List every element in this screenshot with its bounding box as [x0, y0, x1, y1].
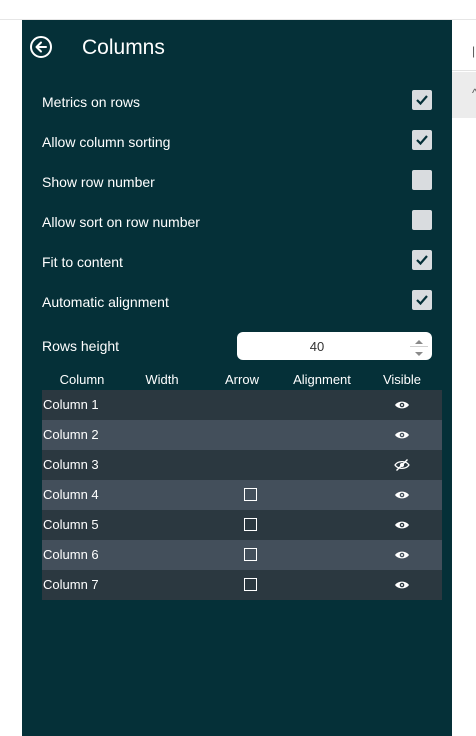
eye-icon[interactable] [394, 398, 410, 416]
option-fit-to-content: Fit to content [42, 250, 432, 274]
arrow-checkbox[interactable] [244, 518, 257, 531]
arrow-checkbox[interactable] [244, 548, 257, 561]
spin-up-icon[interactable] [410, 335, 428, 345]
allow-column-sorting-checkbox[interactable] [412, 130, 432, 150]
arrow-checkbox[interactable] [244, 488, 257, 501]
eye-icon[interactable] [394, 428, 410, 446]
table-header: Column Width Arrow Alignment Visible [42, 372, 442, 390]
arrow-checkbox[interactable] [244, 578, 257, 591]
option-label: Allow sort on row number [42, 214, 200, 230]
columns-table: Column Width Arrow Alignment Visible Col… [42, 372, 442, 600]
columns-panel: Columns Metrics on rows Allow column sor… [22, 20, 452, 736]
allow-sort-on-row-number-checkbox[interactable] [412, 210, 432, 230]
option-label: Automatic alignment [42, 294, 169, 310]
eye-off-icon[interactable] [394, 458, 410, 477]
column-name: Column 6 [43, 547, 99, 562]
tab-edge-icon: | [472, 44, 476, 58]
table-row: Column 1 [42, 390, 442, 420]
option-label: Allow column sorting [42, 134, 171, 150]
column-name: Column 4 [43, 487, 99, 502]
option-show-row-number: Show row number [42, 170, 432, 194]
table-row: Column 2 [42, 420, 442, 450]
metrics-on-rows-checkbox[interactable] [412, 90, 432, 110]
rows-height-value: 40 [309, 339, 325, 354]
automatic-alignment-checkbox[interactable] [412, 290, 432, 310]
spin-down-icon[interactable] [410, 347, 428, 357]
option-allow-sort-on-row-number: Allow sort on row number [42, 210, 432, 234]
eye-icon[interactable] [394, 488, 410, 506]
option-label: Fit to content [42, 254, 123, 270]
table-row: Column 5 [42, 510, 442, 540]
option-label: Metrics on rows [42, 94, 141, 110]
top-bar [0, 0, 476, 20]
option-metrics-on-rows: Metrics on rows [42, 90, 432, 114]
column-name: Column 2 [43, 427, 99, 442]
column-name: Column 1 [43, 397, 99, 412]
eye-icon[interactable] [394, 518, 410, 536]
header-alignment: Alignment [293, 372, 351, 387]
column-name: Column 5 [43, 517, 99, 532]
header-arrow: Arrow [225, 372, 259, 387]
tab-edge-icon: ^ [472, 86, 476, 100]
header-column: Column [59, 372, 105, 387]
page-title: Columns [82, 36, 165, 59]
eye-icon[interactable] [394, 548, 410, 566]
side-tab-strip: | ^ [452, 20, 476, 736]
rows-height-setting: Rows height 40 [42, 332, 432, 360]
column-name: Column 3 [43, 457, 99, 472]
fit-to-content-checkbox[interactable] [412, 250, 432, 270]
side-tab[interactable]: | [452, 30, 476, 71]
show-row-number-checkbox[interactable] [412, 170, 432, 190]
eye-icon[interactable] [394, 578, 410, 596]
option-label: Show row number [42, 174, 155, 190]
rows-height-label: Rows height [42, 338, 120, 354]
column-name: Column 7 [43, 577, 99, 592]
header-width: Width [145, 372, 179, 387]
back-arrow-icon[interactable] [30, 36, 52, 58]
table-row: Column 6 [42, 540, 442, 570]
table-row: Column 7 [42, 570, 442, 600]
side-tab-active[interactable]: ^ [452, 72, 476, 118]
rows-height-input[interactable]: 40 [237, 332, 432, 360]
panel-header: Columns [22, 20, 452, 76]
header-visible: Visible [382, 372, 422, 387]
table-row: Column 3 [42, 450, 442, 480]
option-automatic-alignment: Automatic alignment [42, 290, 432, 314]
option-allow-column-sorting: Allow column sorting [42, 130, 432, 154]
table-row: Column 4 [42, 480, 442, 510]
